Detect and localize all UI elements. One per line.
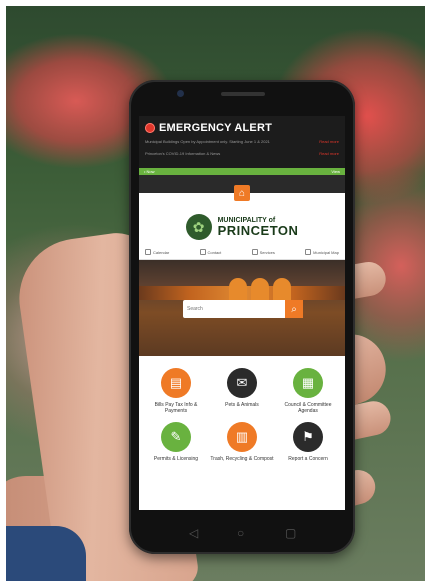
alert-read-more-link[interactable]: Read more <box>319 139 339 144</box>
camera <box>177 90 184 97</box>
permit-icon: ✎ <box>161 422 191 452</box>
status-bar-left: • Now <box>144 169 155 174</box>
tab-calendar[interactable]: Calendar <box>145 245 169 259</box>
trash-icon: ▥ <box>227 422 257 452</box>
tile-council-agendas[interactable]: ▦ Council & Committee Agendas <box>275 368 341 414</box>
alert-icon <box>145 123 155 133</box>
site-logo[interactable]: ✿ MUNICIPALITY of PRINCETON <box>139 213 345 241</box>
alert-item[interactable]: Municipal Buildings Open by Appointment … <box>145 139 339 144</box>
phone-screen: EMERGENCY ALERT Municipal Buildings Open… <box>139 116 345 510</box>
tile-label: Pets & Animals <box>225 402 259 408</box>
tab-label: Services <box>259 249 275 255</box>
tab-label: Calendar <box>153 249 170 255</box>
search-input[interactable] <box>183 306 285 312</box>
search-button[interactable]: ⌕ <box>285 300 303 318</box>
emergency-alert-panel: EMERGENCY ALERT Municipal Buildings Open… <box>139 116 345 168</box>
tile-label: Council & Committee Agendas <box>284 402 332 414</box>
home-button[interactable]: ⌂ <box>234 185 250 201</box>
tree-logo-icon: ✿ <box>185 214 212 240</box>
recents-icon[interactable]: ▢ <box>285 526 296 540</box>
tab-municipal-map[interactable]: Municipal Map <box>305 245 339 259</box>
tile-label: Permits & Licensing <box>153 456 199 462</box>
tile-trash-recycling[interactable]: ▥ Trash, Recycling & Compost <box>209 422 275 462</box>
tab-label: Municipal Map <box>313 249 339 255</box>
map-icon <box>305 249 312 255</box>
tab-contact[interactable]: Contact <box>199 245 222 259</box>
alert-item-text: Municipal Buildings Open by Appointment … <box>145 139 270 144</box>
tile-bills-pay[interactable]: ▤ Bills Pay Tax Info & Payments <box>143 368 209 414</box>
report-icon: ⚑ <box>293 422 323 452</box>
quick-tabs: Calendar Contact Services Municipal Map <box>139 241 345 260</box>
home-row: ⌂ <box>139 185 345 213</box>
tile-label: Bills Pay Tax Info & Payments <box>154 402 198 414</box>
alert-status-bar[interactable]: • Now View <box>139 168 345 175</box>
background-photo: EMERGENCY ALERT Municipal Buildings Open… <box>6 6 425 581</box>
logo-title: PRINCETON <box>217 223 299 238</box>
hero-banner: ⌕ <box>139 260 345 356</box>
alert-title: EMERGENCY ALERT <box>145 122 339 134</box>
search-bar: ⌕ <box>183 300 303 318</box>
alert-item-text: Princeton's COVID-19 Information & News <box>145 151 221 156</box>
alert-title-text: EMERGENCY ALERT <box>159 122 273 134</box>
services-icon <box>251 249 258 255</box>
home-nav-icon[interactable]: ○ <box>237 526 244 540</box>
earpiece <box>221 92 265 96</box>
contact-icon <box>199 249 206 255</box>
alert-item[interactable]: Princeton's COVID-19 Information & News … <box>145 151 339 156</box>
status-bar-right: View <box>331 169 340 174</box>
agenda-icon: ▦ <box>293 368 323 398</box>
home-icon: ⌂ <box>238 187 246 199</box>
tile-report-concern[interactable]: ⚑ Report a Concern <box>275 422 341 462</box>
phone: EMERGENCY ALERT Municipal Buildings Open… <box>129 80 355 554</box>
tile-permits-licensing[interactable]: ✎ Permits & Licensing <box>143 422 209 462</box>
phone-nav-bar: ◁ ○ ▢ <box>129 520 355 546</box>
back-icon[interactable]: ◁ <box>189 526 198 540</box>
pet-icon: ✉ <box>227 368 257 398</box>
tile-label: Report a Concern <box>288 456 328 462</box>
tile-label: Trash, Recycling & Compost <box>210 456 274 462</box>
bill-icon: ▤ <box>161 368 191 398</box>
calendar-icon <box>145 249 151 255</box>
service-tiles: ▤ Bills Pay Tax Info & Payments ✉ Pets &… <box>139 356 345 462</box>
search-icon: ⌕ <box>291 303 297 315</box>
sleeve <box>6 526 86 581</box>
tab-label: Contact <box>207 249 222 255</box>
alert-read-more-link[interactable]: Read more <box>319 151 339 156</box>
tile-pets-animals[interactable]: ✉ Pets & Animals <box>209 368 275 414</box>
tab-services[interactable]: Services <box>251 245 275 259</box>
